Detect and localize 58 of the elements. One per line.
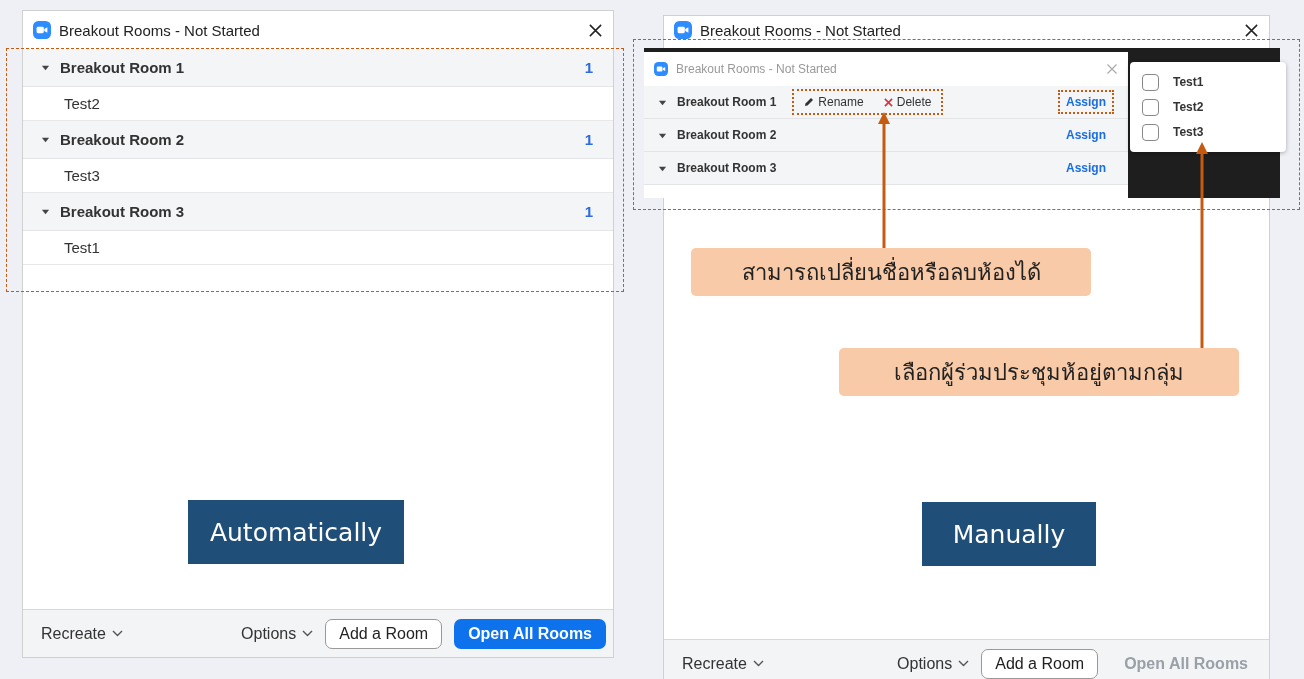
- participant-row[interactable]: Test1: [23, 231, 613, 265]
- window-title: Breakout Rooms - Not Started: [700, 21, 902, 39]
- room-row[interactable]: Breakout Room 1 1: [23, 49, 613, 87]
- options-dropdown[interactable]: Options: [897, 654, 970, 673]
- checkbox[interactable]: [1142, 98, 1159, 116]
- room-row[interactable]: Breakout Room 1 Rename Delete Assign: [644, 86, 1128, 119]
- add-room-button[interactable]: Add a Room: [981, 648, 1099, 679]
- participant-count: 1: [584, 203, 593, 220]
- participant-name: Test3: [1173, 125, 1204, 139]
- video-camera-icon: [33, 21, 51, 39]
- caret-icon[interactable]: [41, 135, 50, 144]
- chevron-down-icon: [752, 660, 764, 667]
- caret-icon[interactable]: [41, 207, 50, 216]
- recreate-dropdown[interactable]: Recreate: [41, 624, 123, 643]
- participant-name: Test1: [1173, 75, 1204, 89]
- delete-button[interactable]: Delete: [883, 93, 932, 111]
- room-name: Breakout Room 1: [677, 95, 777, 109]
- room-name: Breakout Room 1: [60, 59, 185, 76]
- pencil-icon: [804, 97, 815, 107]
- recreate-dropdown[interactable]: Recreate: [682, 654, 764, 673]
- chevron-down-icon: [958, 660, 970, 667]
- participant-name: Test2: [64, 95, 100, 112]
- add-room-button[interactable]: Add a Room: [325, 618, 443, 649]
- room-name: Breakout Room 2: [60, 131, 185, 148]
- room-row[interactable]: Breakout Room 3 1: [23, 193, 613, 231]
- rename-button[interactable]: Rename: [804, 93, 864, 111]
- participant-count: 1: [584, 59, 593, 76]
- checkbox[interactable]: [1142, 73, 1159, 91]
- room-row[interactable]: Breakout Room 2 Assign: [644, 119, 1128, 152]
- cross-icon: [883, 97, 893, 107]
- callout-note: สามารถเปลี่ยนชื่อหรือลบห้องได้: [691, 248, 1091, 296]
- room-name: Breakout Room 3: [677, 161, 777, 175]
- chevron-down-icon: [302, 630, 314, 637]
- chevron-down-icon: [111, 630, 123, 637]
- room-name: Breakout Room 2: [677, 128, 777, 142]
- caret-icon[interactable]: [41, 63, 50, 72]
- caption-label: Automatically: [188, 500, 404, 564]
- window-title: Breakout Rooms - Not Started: [59, 21, 261, 39]
- participant-name: Test3: [64, 167, 100, 184]
- caption-label: Manually: [922, 502, 1096, 566]
- participant-name: Test1: [64, 239, 100, 256]
- callout-note: เลือกผู้ร่วมประชุมห้อยู่ตามกลุ่ม: [839, 348, 1239, 396]
- close-icon[interactable]: [588, 22, 603, 38]
- options-dropdown[interactable]: Options: [241, 624, 314, 643]
- assign-link[interactable]: Assign: [1066, 161, 1106, 175]
- close-icon[interactable]: [1244, 22, 1259, 38]
- open-all-rooms-button[interactable]: Open All Rooms: [454, 618, 606, 649]
- room-name: Breakout Room 3: [60, 203, 185, 220]
- video-camera-icon: [654, 62, 668, 76]
- assign-link[interactable]: Assign: [1066, 95, 1106, 109]
- assign-link[interactable]: Assign: [1066, 128, 1106, 142]
- window-title: Breakout Rooms - Not Started: [676, 62, 838, 76]
- checkbox[interactable]: [1142, 123, 1159, 141]
- participant-name: Test2: [1173, 100, 1204, 114]
- room-row[interactable]: Breakout Room 3 Assign: [644, 152, 1128, 185]
- room-row[interactable]: Breakout Room 2 1: [23, 121, 613, 159]
- video-camera-icon: [674, 21, 692, 39]
- participant-count: 1: [584, 131, 593, 148]
